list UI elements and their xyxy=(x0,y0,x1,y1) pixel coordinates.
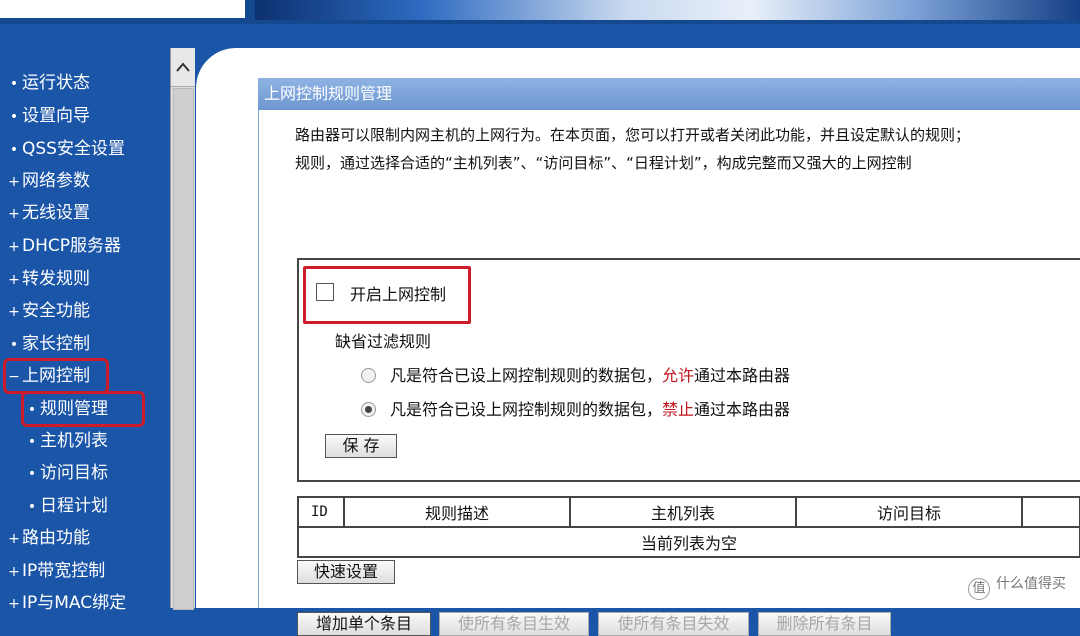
enable-all-button[interactable]: 使所有条目生效 xyxy=(439,612,589,636)
bullet-icon: • xyxy=(9,109,19,125)
default-rule-label: 缺省过滤规则 xyxy=(335,332,432,351)
deny-rule-option[interactable]: 凡是符合已设上网控制规则的数据包，禁止通过本路由器 xyxy=(361,396,790,420)
sidebar-item-label: 路由功能 xyxy=(22,528,90,548)
sidebar-item-label: 家长控制 xyxy=(22,334,90,354)
description-line-2: 规则，通过选择合适的“主机列表”、“访问目标”、“日程计划”，构成完整而又强大的… xyxy=(295,154,912,172)
sidebar-item-ip-mac-binding[interactable]: + IP与MAC绑定 xyxy=(6,588,126,618)
sidebar-item-security[interactable]: + 安全功能 xyxy=(6,296,90,326)
sidebar-item-dhcp[interactable]: + DHCP服务器 xyxy=(6,231,121,261)
bullet-icon: • xyxy=(27,402,37,418)
sidebar-item-routing[interactable]: + 路由功能 xyxy=(6,523,90,553)
watermark-logo-icon: 值 xyxy=(968,578,990,600)
sidebar-item-label: 上网控制 xyxy=(22,366,90,386)
site-watermark: 值什么值得买 xyxy=(968,573,1066,600)
settings-box: 开启上网控制 缺省过滤规则 凡是符合已设上网控制规则的数据包，允许通过本路由器 … xyxy=(297,258,1080,482)
sidebar-item-host-list[interactable]: • 主机列表 xyxy=(24,426,108,456)
allow-rule-option[interactable]: 凡是符合已设上网控制规则的数据包，允许通过本路由器 xyxy=(361,362,790,386)
bullet-icon: • xyxy=(27,434,37,450)
sidebar-item-network[interactable]: + 网络参数 xyxy=(6,166,90,196)
banner-image xyxy=(255,0,1080,20)
panel-title: 上网控制规则管理 xyxy=(258,78,1080,110)
sidebar-item-schedule[interactable]: • 日程计划 xyxy=(24,491,108,521)
sidebar-item-rule-management[interactable]: • 规则管理 xyxy=(21,391,145,427)
sidebar-item-label: 运行状态 xyxy=(22,73,90,93)
column-host-list: 主机列表 xyxy=(569,496,797,528)
minus-icon: − xyxy=(8,369,20,385)
deny-keyword: 禁止 xyxy=(662,400,695,419)
sidebar-item-internet-control[interactable]: − 上网控制 xyxy=(3,358,109,394)
sidebar-item-label: IP与MAC绑定 xyxy=(22,593,127,613)
sidebar-item-qss[interactable]: • QSS安全设置 xyxy=(6,134,125,164)
enable-control-highlight: 开启上网控制 xyxy=(303,266,471,324)
sidebar-item-label: DHCP服务器 xyxy=(22,236,121,256)
sidebar-item-setup-wizard[interactable]: • 设置向导 xyxy=(6,101,90,131)
plus-icon: + xyxy=(8,272,20,288)
banner-left-segment xyxy=(0,0,245,18)
bullet-icon: • xyxy=(9,142,19,158)
column-id: ID xyxy=(297,496,345,528)
scrollbar-thumb[interactable] xyxy=(173,88,194,610)
sidebar-item-label: 安全功能 xyxy=(22,301,90,321)
disable-all-button[interactable]: 使所有条目失效 xyxy=(598,612,749,636)
deny-rule-text: 凡是符合已设上网控制规则的数据包， xyxy=(390,400,663,419)
sidebar-item-label: IP带宽控制 xyxy=(22,561,106,581)
sidebar-scrollbar[interactable] xyxy=(170,48,195,610)
sidebar-item-label: 设置向导 xyxy=(22,106,90,126)
top-banner xyxy=(0,0,1080,24)
bullet-icon: • xyxy=(9,76,19,92)
sidebar-item-wireless[interactable]: + 无线设置 xyxy=(6,198,90,228)
sidebar-item-label: 访问目标 xyxy=(40,463,108,483)
plus-icon: + xyxy=(8,564,20,580)
table-row: 当前列表为空 xyxy=(297,526,1080,558)
empty-list-message: 当前列表为空 xyxy=(297,526,1080,558)
deny-rule-radio[interactable] xyxy=(361,402,376,417)
plus-icon: + xyxy=(8,531,20,547)
allow-rule-text: 凡是符合已设上网控制规则的数据包， xyxy=(390,366,663,385)
panel-body: 路由器可以限制内网主机的上网行为。在本页面，您可以打开或者关闭此功能，并且设定默… xyxy=(258,110,1080,636)
sidebar-item-label: 无线设置 xyxy=(22,203,90,223)
sidebar-item-parental[interactable]: • 家长控制 xyxy=(6,329,90,359)
allow-rule-radio[interactable] xyxy=(361,368,376,383)
sidebar-item-status[interactable]: • 运行状态 xyxy=(6,68,90,98)
column-access-target: 访问目标 xyxy=(795,496,1023,528)
bullet-icon: • xyxy=(9,337,19,353)
sidebar-item-label: 转发规则 xyxy=(22,269,90,289)
sidebar-item-forwarding[interactable]: + 转发规则 xyxy=(6,264,90,294)
sidebar-item-bandwidth[interactable]: + IP带宽控制 xyxy=(6,556,105,586)
enable-control-label[interactable]: 开启上网控制 xyxy=(350,281,446,305)
plus-icon: + xyxy=(8,304,20,320)
main-content: 上网控制规则管理 路由器可以限制内网主机的上网行为。在本页面，您可以打开或者关闭… xyxy=(196,48,1080,636)
rules-table: ID 规则描述 主机列表 访问目标 当前列表为空 xyxy=(297,496,1080,558)
bullet-icon: • xyxy=(27,466,37,482)
sidebar-item-label: 规则管理 xyxy=(40,399,108,419)
allow-keyword: 允许 xyxy=(662,366,695,385)
sidebar-item-label: 日程计划 xyxy=(40,496,108,516)
sidebar-item-access-target[interactable]: • 访问目标 xyxy=(24,458,108,488)
bullet-icon: • xyxy=(27,499,37,515)
column-truncated xyxy=(1021,496,1080,528)
sidebar-item-label: QSS安全设置 xyxy=(22,139,125,159)
allow-rule-suffix: 通过本路由器 xyxy=(694,366,791,385)
scroll-up-arrow-icon[interactable] xyxy=(171,48,195,87)
deny-rule-suffix: 通过本路由器 xyxy=(694,400,791,419)
plus-icon: + xyxy=(8,174,20,190)
plus-icon: + xyxy=(8,239,20,255)
description-line-1: 路由器可以限制内网主机的上网行为。在本页面，您可以打开或者关闭此功能，并且设定默… xyxy=(295,126,971,144)
sidebar-menu: • 运行状态 • 设置向导 • QSS安全设置 + 网络参数 + 无线设置 + DHCP服务… xyxy=(0,44,170,613)
enable-control-checkbox[interactable] xyxy=(316,283,334,301)
watermark-text: 什么值得买 xyxy=(996,576,1066,592)
delete-all-button[interactable]: 删除所有条目 xyxy=(758,612,891,636)
plus-icon: + xyxy=(8,206,20,222)
column-rule-description: 规则描述 xyxy=(343,496,571,528)
sidebar-item-label: 主机列表 xyxy=(40,431,108,451)
plus-icon: + xyxy=(8,596,20,612)
table-header-row: ID 规则描述 主机列表 访问目标 xyxy=(297,496,1080,528)
quick-setup-button[interactable]: 快速设置 xyxy=(297,560,395,584)
add-entry-button[interactable]: 增加单个条目 xyxy=(297,612,431,636)
sidebar-item-label: 网络参数 xyxy=(22,171,90,191)
save-button[interactable]: 保 存 xyxy=(325,434,397,458)
